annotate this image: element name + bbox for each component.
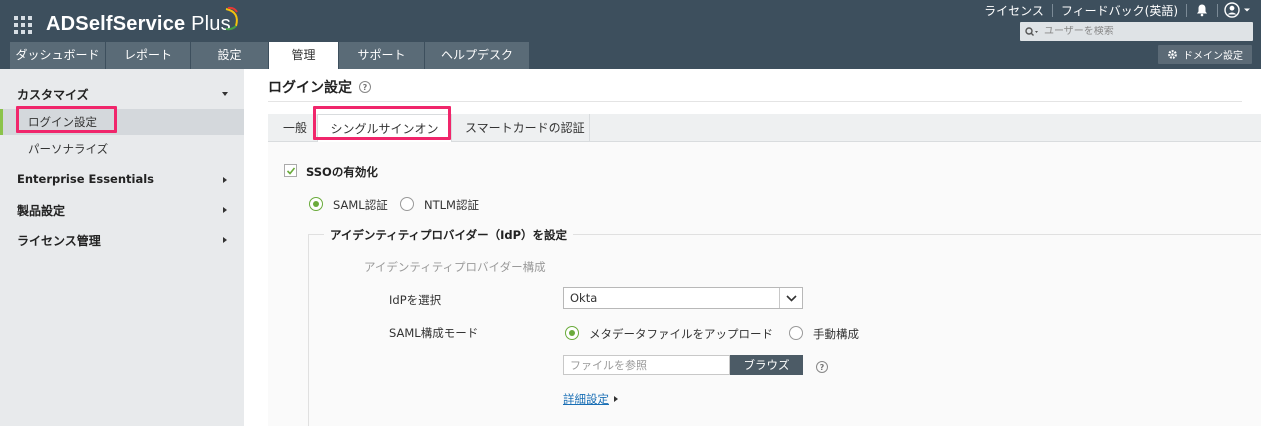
manual-config-label: 手動構成 — [813, 327, 859, 341]
chevron-right-icon — [223, 207, 227, 213]
enable-sso-checkbox[interactable] — [284, 164, 297, 177]
chevron-down-icon — [222, 92, 228, 96]
title-divider — [268, 101, 1242, 102]
chevron-right-icon — [223, 237, 227, 243]
sidebar-license-management[interactable]: ライセンス管理 — [17, 232, 101, 249]
tab-dashboard[interactable]: ダッシュボード — [10, 42, 106, 69]
idp-config-heading: アイデンティティプロバイダー構成 — [364, 260, 546, 274]
page-title: ログイン設定 ? — [268, 77, 371, 97]
sidebar-product-settings[interactable]: 製品設定 — [17, 202, 65, 219]
subtab-single-sign-on[interactable]: シングルサインオン — [317, 114, 452, 143]
app-logo-name: ADSelfService — [46, 13, 186, 35]
sidebar: カスタマイズ ログイン設定 パーソナライズ Enterprise Essenti… — [0, 69, 244, 426]
tab-configuration[interactable]: 設定 — [191, 42, 269, 69]
sidebar-item-login-settings[interactable]: ログイン設定 — [0, 109, 244, 135]
link-separator — [1186, 3, 1187, 17]
tab-support[interactable]: サポート — [339, 42, 425, 69]
page-title-text: ログイン設定 — [268, 80, 352, 96]
app-logo[interactable]: ADSelfService Plus — [46, 13, 231, 36]
subtab-general[interactable]: 一般 — [283, 114, 307, 142]
saml-auth-label: SAML認証 — [333, 198, 388, 212]
idp-select[interactable]: Okta — [563, 287, 803, 309]
license-link[interactable]: ライセンス — [976, 2, 1052, 19]
top-links: ライセンス フィードバック(英語) — [976, 2, 1251, 18]
sidebar-item-personalize[interactable]: パーソナライズ — [0, 136, 244, 162]
select-idp-label: IdPを選択 — [389, 293, 442, 307]
user-search[interactable] — [1020, 22, 1253, 41]
feedback-link[interactable]: フィードバック(英語) — [1053, 2, 1186, 19]
enable-sso-label: SSOの有効化 — [306, 165, 378, 179]
logo-swoosh-icon — [225, 6, 238, 31]
gear-icon — [1168, 50, 1177, 59]
user-avatar-icon — [1224, 2, 1240, 18]
upload-metadata-radio[interactable] — [565, 326, 579, 340]
search-input[interactable] — [1044, 26, 1244, 37]
domain-settings-label: ドメイン設定 — [1183, 51, 1243, 62]
idp-fieldset-border — [308, 234, 309, 426]
chevron-down-icon — [779, 288, 802, 308]
subtab-smartcard[interactable]: スマートカードの認証 — [452, 114, 590, 142]
advanced-settings-link[interactable]: 詳細設定 — [563, 391, 609, 407]
app-grid-icon[interactable] — [14, 16, 32, 34]
user-menu[interactable] — [1224, 2, 1251, 18]
help-icon[interactable]: ? — [359, 81, 371, 93]
tab-helpdesk[interactable]: ヘルプデスク — [425, 42, 530, 69]
upload-metadata-label: メタデータファイルをアップロード — [589, 327, 773, 341]
app-header: ADSelfService Plus ライセンス フィードバック(英語) ユーザ… — [0, 0, 1261, 69]
main-nav: ダッシュボード レポート 設定 管理 サポート ヘルプデスク — [10, 42, 530, 69]
file-path-input[interactable] — [563, 355, 730, 375]
manual-config-radio[interactable] — [789, 326, 803, 340]
idp-fieldset-legend: アイデンティティプロバイダー（IdP）を設定 — [324, 227, 574, 243]
domain-settings-button[interactable]: ドメイン設定 — [1158, 45, 1252, 64]
bell-icon[interactable] — [1195, 3, 1209, 17]
chevron-right-icon — [614, 396, 618, 402]
sidebar-customize[interactable]: カスタマイズ — [17, 86, 89, 103]
browse-button[interactable]: ブラウズ — [730, 355, 803, 375]
idp-select-value: Okta — [570, 291, 598, 305]
sidebar-enterprise-essentials[interactable]: Enterprise Essentials — [17, 172, 154, 186]
tab-admin[interactable]: 管理 — [269, 42, 339, 69]
link-separator — [1217, 3, 1218, 17]
chevron-down-icon — [1244, 8, 1250, 12]
saml-auth-radio[interactable] — [309, 197, 323, 211]
tab-reports[interactable]: レポート — [106, 42, 191, 69]
ntlm-auth-radio[interactable] — [400, 197, 414, 211]
help-icon[interactable]: ? — [816, 361, 828, 373]
search-icon — [1020, 22, 1044, 41]
sso-settings-panel — [268, 142, 1261, 426]
chevron-right-icon — [223, 177, 227, 183]
ntlm-auth-label: NTLM認証 — [424, 198, 479, 212]
saml-mode-label: SAML構成モード — [389, 326, 479, 340]
